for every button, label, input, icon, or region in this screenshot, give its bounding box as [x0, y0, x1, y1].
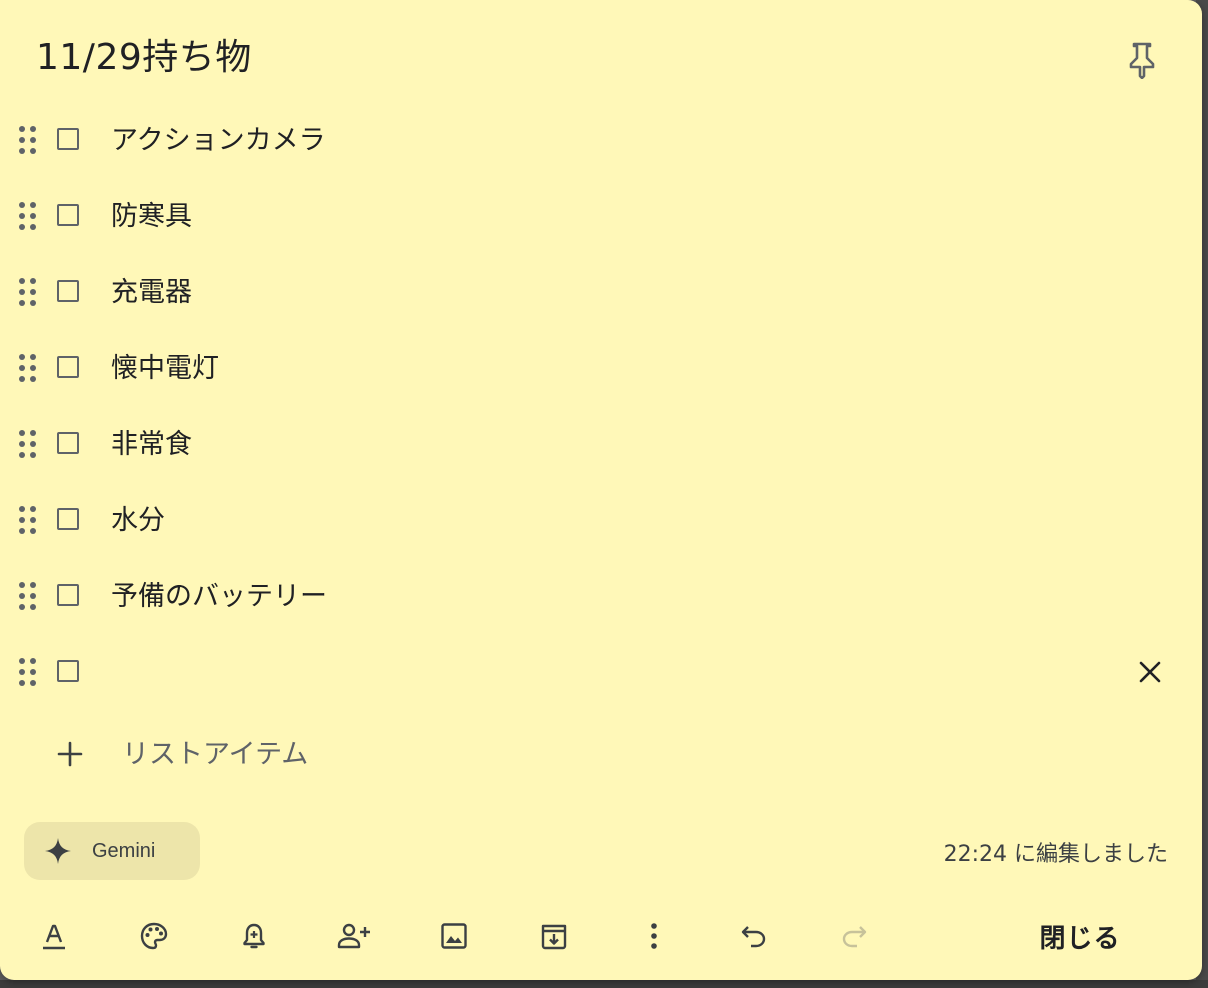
item-checkbox[interactable] [57, 508, 79, 530]
image-icon [441, 923, 467, 949]
add-list-item-row[interactable]: リストアイテム [0, 716, 1202, 792]
pin-icon [1129, 42, 1155, 79]
drag-handle-icon[interactable] [17, 276, 41, 310]
last-edited-timestamp: 22:24 に編集しました [943, 842, 1168, 867]
background-bottom [0, 980, 1208, 988]
item-checkbox[interactable] [57, 280, 79, 302]
remind-me-button[interactable] [230, 912, 278, 960]
list-item[interactable]: アクションカメラ [0, 102, 1202, 178]
drag-handle-icon[interactable] [17, 200, 41, 234]
drag-handle-icon[interactable] [17, 656, 41, 690]
item-checkbox[interactable] [57, 204, 79, 226]
pin-button[interactable] [1118, 36, 1166, 84]
redo-button[interactable] [830, 912, 878, 960]
note-editor: 11/29持ち物 アクションカメラ 防寒具 充電器 懐中電灯 非常食 水分 予備… [0, 0, 1202, 980]
undo-button[interactable] [730, 912, 778, 960]
list-item-text[interactable]: アクションカメラ [111, 122, 326, 160]
add-list-item-placeholder[interactable]: リストアイテム [122, 736, 308, 774]
list-item[interactable]: 懐中電灯 [0, 330, 1202, 406]
note-title[interactable]: 11/29持ち物 [36, 34, 252, 82]
close-icon [1139, 661, 1161, 683]
drag-handle-icon[interactable] [17, 580, 41, 614]
list-item-text[interactable]: 懐中電灯 [111, 350, 219, 388]
checklist: アクションカメラ 防寒具 充電器 懐中電灯 非常食 水分 予備のバッテリー [0, 102, 1202, 710]
background-options-button[interactable] [130, 912, 178, 960]
drag-handle-icon[interactable] [17, 124, 41, 158]
list-item-text[interactable]: 充電器 [111, 274, 192, 312]
gemini-button[interactable]: Gemini [24, 822, 200, 880]
collaborator-button[interactable] [330, 912, 378, 960]
note-toolbar: 閉じる [0, 906, 1202, 966]
archive-icon [541, 924, 567, 950]
list-item[interactable]: 充電器 [0, 254, 1202, 330]
list-item[interactable]: 予備のバッテリー [0, 558, 1202, 634]
list-item-text[interactable]: 非常食 [111, 426, 192, 464]
item-checkbox[interactable] [57, 356, 79, 378]
archive-button[interactable] [530, 912, 578, 960]
item-checkbox[interactable] [57, 584, 79, 606]
list-item-text[interactable]: 予備のバッテリー [111, 578, 327, 616]
item-checkbox[interactable] [57, 660, 79, 682]
gemini-label: Gemini [92, 839, 156, 862]
list-item-active[interactable] [0, 634, 1202, 710]
list-item[interactable]: 水分 [0, 482, 1202, 558]
close-button[interactable]: 閉じる [1020, 910, 1140, 962]
list-item[interactable]: 非常食 [0, 406, 1202, 482]
redo-icon [842, 926, 867, 948]
list-item[interactable]: 防寒具 [0, 178, 1202, 254]
item-checkbox[interactable] [57, 432, 79, 454]
add-reminder-icon [243, 923, 265, 949]
add-collaborator-icon [337, 923, 370, 949]
text-format-icon [43, 924, 65, 950]
formatting-options-button[interactable] [30, 912, 78, 960]
gemini-sparkle-icon [44, 837, 72, 865]
add-image-button[interactable] [430, 912, 478, 960]
drag-handle-icon[interactable] [17, 504, 41, 538]
drag-handle-icon[interactable] [17, 428, 41, 462]
list-item-text[interactable]: 防寒具 [111, 198, 192, 236]
list-item-text[interactable]: 水分 [111, 502, 165, 540]
item-checkbox[interactable] [57, 128, 79, 150]
palette-icon [140, 922, 168, 950]
delete-item-button[interactable] [1130, 652, 1170, 692]
more-options-button[interactable] [630, 912, 678, 960]
undo-icon [741, 926, 766, 948]
more-vert-icon [651, 923, 657, 949]
drag-handle-icon[interactable] [17, 352, 41, 386]
plus-icon [54, 738, 86, 770]
